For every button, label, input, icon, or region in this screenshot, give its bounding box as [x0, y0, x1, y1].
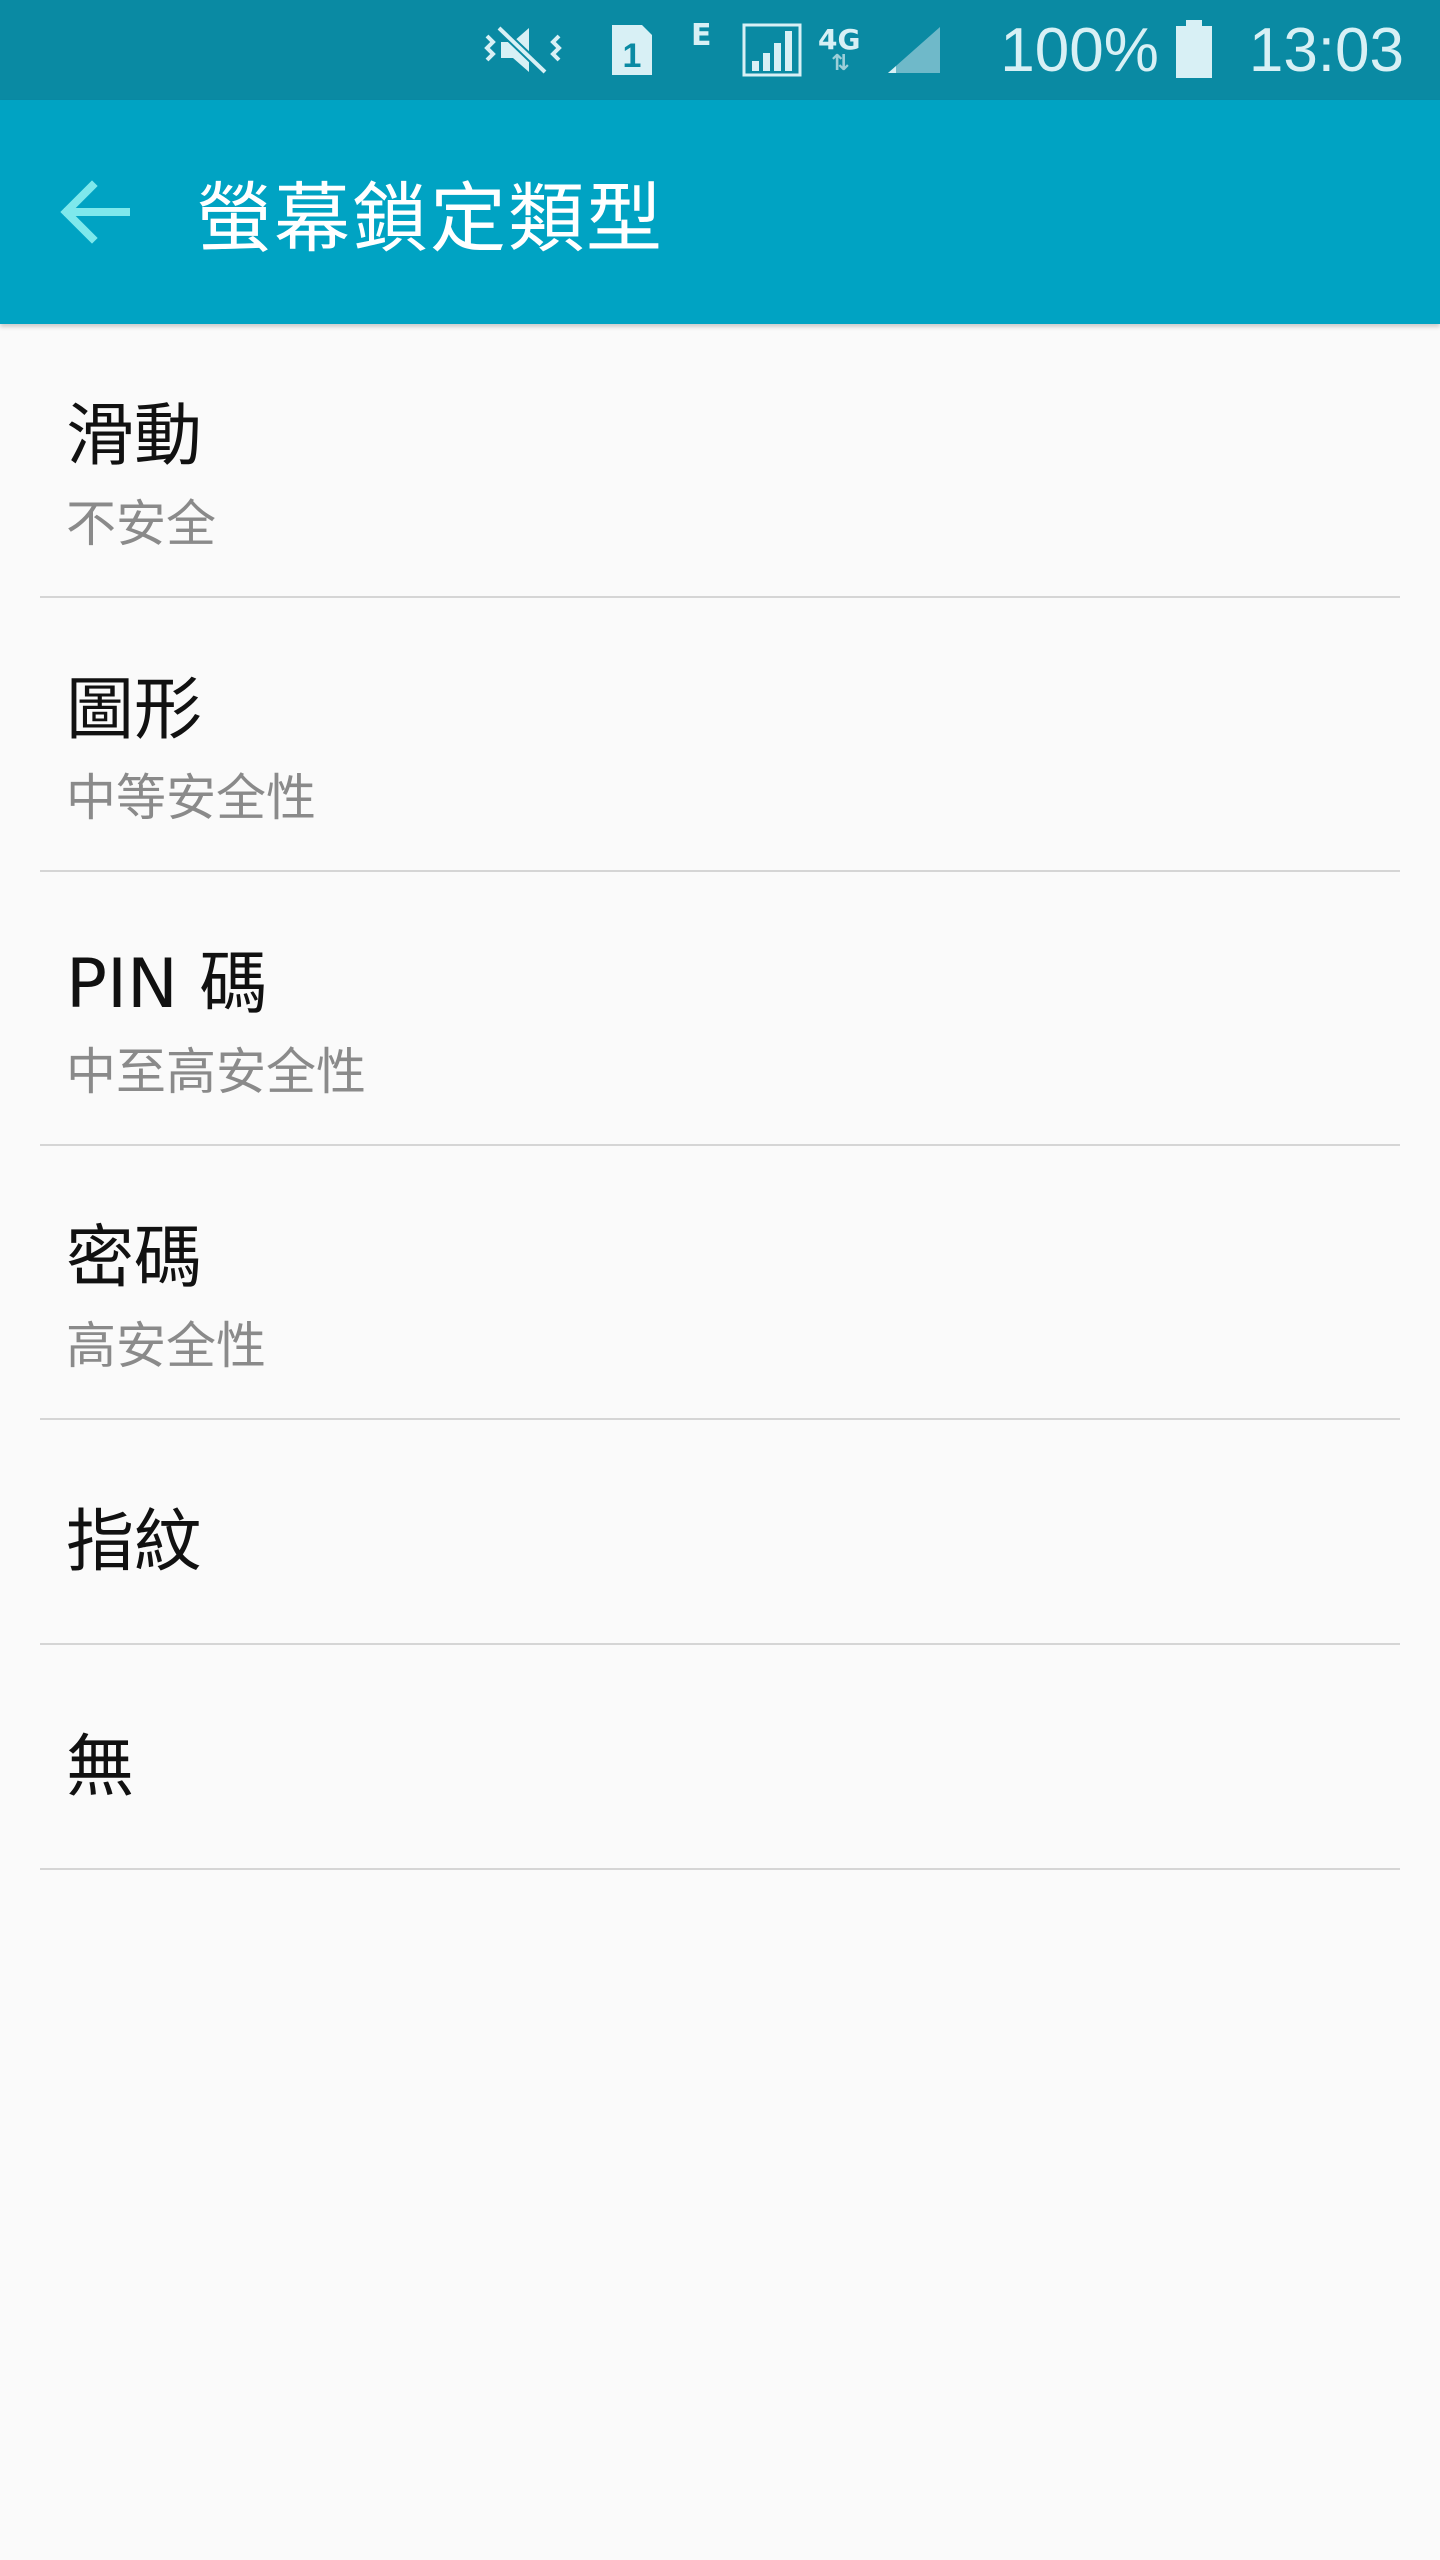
- item-subtitle: 不安全: [66, 495, 216, 553]
- status-bar: 1 E 4G ⇅ 100% 13:03: [0, 0, 1440, 100]
- item-title: 密碼: [66, 1219, 203, 1298]
- lock-type-pattern[interactable]: 圖形 中等安全性: [0, 598, 1440, 872]
- battery-icon: [1173, 0, 1215, 100]
- lock-type-password[interactable]: 密碼 高安全性: [0, 1146, 1440, 1420]
- lock-type-list: 滑動 不安全 圖形 中等安全性 PIN 碼 中至高安全性 密碼 高安全性 指紋 …: [0, 324, 1440, 1870]
- item-subtitle: 中至高安全性: [66, 1043, 366, 1101]
- item-subtitle: 中等安全性: [66, 769, 316, 827]
- lock-type-swipe[interactable]: 滑動 不安全: [0, 324, 1440, 598]
- signal-secondary-icon: [884, 0, 944, 100]
- status-icons: 1 E 4G ⇅ 100% 13:03: [478, 0, 1404, 100]
- item-title: 指紋: [66, 1503, 203, 1582]
- battery-percent: 100%: [1000, 15, 1159, 85]
- item-title: 無: [66, 1728, 135, 1807]
- lock-type-none[interactable]: 無: [0, 1645, 1440, 1870]
- data-arrows-icon: ⇅: [831, 51, 849, 76]
- signal-icon: [740, 0, 804, 100]
- lock-type-pin[interactable]: PIN 碼 中至高安全性: [0, 872, 1440, 1146]
- clock: 13:03: [1248, 15, 1404, 85]
- item-title: 滑動: [66, 397, 203, 476]
- page-title: 螢幕鎖定類型: [196, 174, 664, 263]
- arrow-left-icon: [60, 180, 130, 244]
- network-e-indicator: E: [691, 18, 712, 53]
- network-4g-label: 4G: [818, 23, 861, 56]
- divider: [40, 1868, 1400, 1870]
- item-title: 圖形: [66, 671, 203, 750]
- back-button[interactable]: [40, 162, 150, 262]
- svg-text:1: 1: [623, 37, 642, 75]
- lock-type-fingerprint[interactable]: 指紋: [0, 1420, 1440, 1645]
- item-title: PIN 碼: [66, 945, 268, 1024]
- vibrate-mute-icon: [478, 0, 568, 100]
- sim-1-icon: 1: [608, 0, 656, 100]
- network-4g-indicator: 4G ⇅: [814, 0, 864, 100]
- app-bar: 螢幕鎖定類型: [0, 100, 1440, 324]
- item-subtitle: 高安全性: [66, 1317, 266, 1375]
